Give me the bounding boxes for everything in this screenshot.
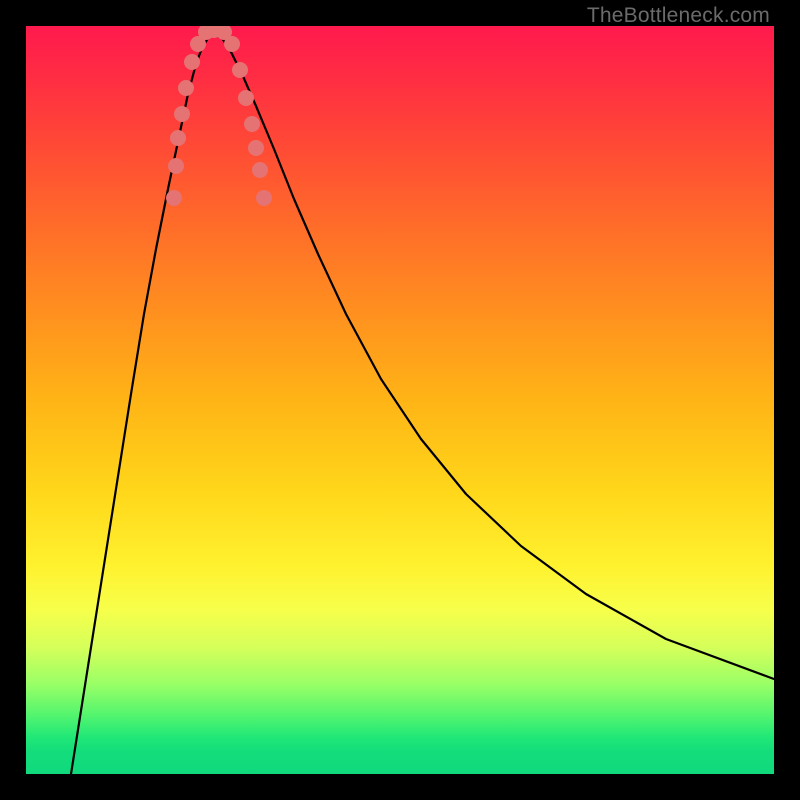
data-dot — [178, 80, 194, 96]
data-dot — [256, 190, 272, 206]
data-dots — [166, 26, 272, 206]
data-dot — [170, 130, 186, 146]
plot-area — [26, 26, 774, 774]
data-dot — [224, 36, 240, 52]
data-dot — [166, 190, 182, 206]
curve-layer — [26, 26, 774, 774]
data-dot — [232, 62, 248, 78]
data-dot — [168, 158, 184, 174]
data-dot — [244, 116, 260, 132]
data-dot — [184, 54, 200, 70]
chart-frame: TheBottleneck.com — [0, 0, 800, 800]
data-dot — [238, 90, 254, 106]
data-dot — [252, 162, 268, 178]
watermark-text: TheBottleneck.com — [587, 4, 770, 28]
data-dot — [248, 140, 264, 156]
data-dot — [174, 106, 190, 122]
